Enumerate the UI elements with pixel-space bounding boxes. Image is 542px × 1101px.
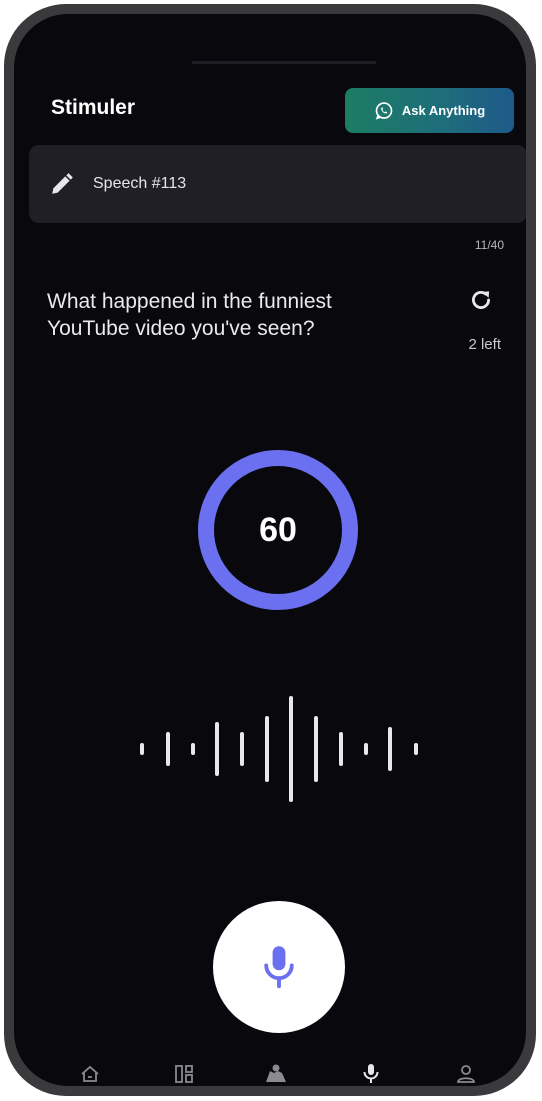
wave-bar: [314, 716, 318, 782]
speech-header[interactable]: Speech #113: [29, 145, 526, 223]
ask-anything-button[interactable]: Ask Anything: [345, 88, 514, 133]
wave-bar: [414, 743, 418, 755]
wave-bar: [240, 732, 244, 766]
timer-value: 60: [259, 510, 297, 549]
profile-icon[interactable]: [454, 1062, 478, 1086]
home-icon[interactable]: [78, 1062, 102, 1086]
wave-bar: [140, 743, 144, 755]
app-title: Stimuler: [51, 96, 136, 119]
wave-bar: [265, 716, 269, 782]
wave-bar: [215, 722, 219, 776]
dashboard-icon[interactable]: [172, 1062, 196, 1086]
audio-waveform: [140, 696, 418, 802]
question-text: What happened in the funniest YouTube vi…: [47, 290, 332, 340]
wave-bar: [339, 732, 343, 766]
record-button[interactable]: [213, 901, 345, 1033]
wave-bar: [191, 743, 195, 755]
question-progress: 11/40: [474, 238, 504, 252]
ask-anything-label: Ask Anything: [401, 103, 486, 118]
whatsapp-icon: [375, 101, 393, 120]
map-icon[interactable]: [264, 1062, 288, 1086]
app-screen: Stimuler Ask Anything Speech #113 11/40 …: [14, 14, 526, 1086]
bottom-nav: [14, 1062, 526, 1086]
wave-bar: [388, 727, 392, 771]
refresh-left-count: 2 left: [468, 336, 501, 353]
microphone-icon: [264, 946, 294, 989]
refresh-icon[interactable]: [468, 287, 494, 313]
wave-bar: [166, 732, 170, 766]
wave-bar: [289, 696, 293, 802]
pencil-icon[interactable]: [49, 171, 75, 197]
microphone-icon[interactable]: [359, 1062, 383, 1086]
wave-bar: [364, 743, 368, 755]
notch-bar: [192, 61, 376, 64]
phone-frame: Stimuler Ask Anything Speech #113 11/40 …: [4, 4, 536, 1096]
speech-title: Speech #113: [93, 175, 187, 192]
